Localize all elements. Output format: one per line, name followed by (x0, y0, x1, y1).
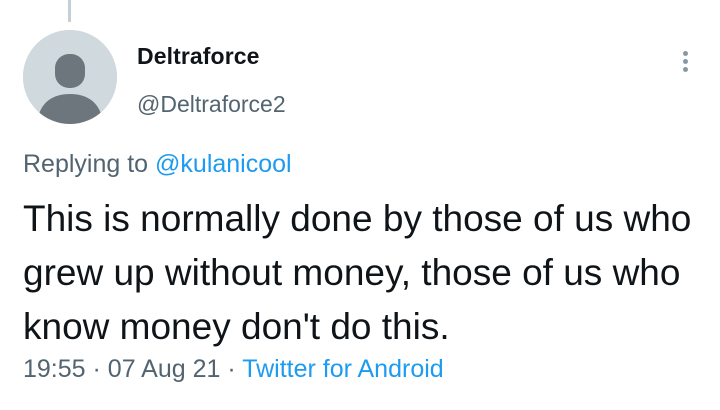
tweet-text: This is normally done by those of us who… (23, 198, 692, 347)
avatar[interactable] (23, 30, 117, 124)
tweet-time[interactable]: 19:55 (23, 355, 86, 383)
more-options-button[interactable] (668, 44, 702, 78)
replying-to-mention-link[interactable]: @kulanicool (155, 150, 292, 178)
tweet-source-link[interactable]: Twitter for Android (242, 355, 443, 383)
replying-to-line: Replying to @kulanicool (23, 150, 292, 179)
meta-separator: · (92, 355, 101, 383)
default-avatar-icon (23, 30, 117, 124)
replying-to-label: Replying to (23, 150, 149, 178)
more-vertical-icon-dot (682, 66, 688, 72)
author-handle[interactable]: @Deltraforce2 (137, 91, 286, 118)
author-display-name[interactable]: Deltraforce (137, 43, 260, 70)
more-vertical-icon (682, 50, 688, 56)
more-vertical-icon-dot (682, 58, 688, 64)
tweet-metadata: 19:55 · 07 Aug 21 · Twitter for Android (23, 355, 444, 384)
thread-connector-line (68, 0, 71, 22)
tweet-date[interactable]: 07 Aug 21 (108, 355, 221, 383)
meta-separator: · (227, 355, 236, 383)
